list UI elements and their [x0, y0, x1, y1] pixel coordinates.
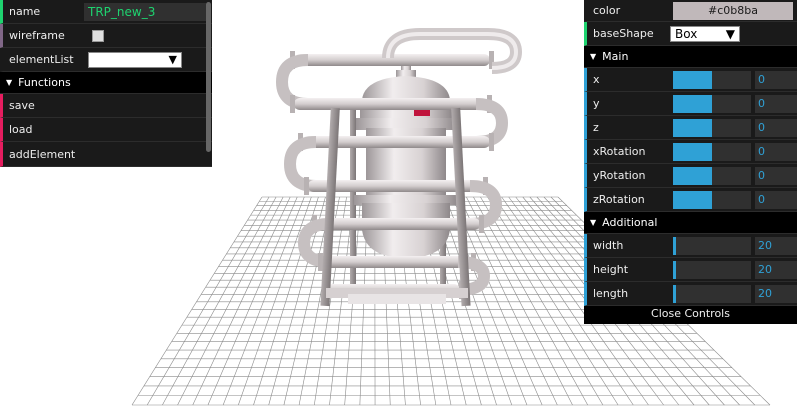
save-label: save [9, 99, 35, 112]
name-input[interactable]: TRP_new_3 [84, 2, 206, 21]
additional-title: Additional [602, 216, 658, 229]
element-list-row: elementList ▼ [0, 48, 212, 72]
slider-label: yRotation [593, 169, 646, 182]
slider-fill [673, 190, 712, 209]
name-label: name [9, 5, 41, 18]
slider-fill [673, 142, 712, 161]
slider-fill [673, 260, 677, 279]
xrotation-number-input[interactable]: 0 [755, 142, 797, 161]
slider-row-width: width 20 [584, 234, 797, 258]
width-slider[interactable] [673, 236, 751, 255]
slider-row-yrotation: yRotation 0 [584, 164, 797, 188]
slider-row-length: length 20 [584, 282, 797, 306]
slider-row-x: x0 [584, 68, 797, 92]
element-list-select[interactable]: ▼ [88, 51, 182, 68]
wireframe-checkbox[interactable] [92, 29, 104, 42]
z-number-input[interactable]: 0 [755, 118, 797, 137]
length-number-input[interactable]: 20 [755, 284, 797, 303]
slider-fill [673, 94, 712, 113]
x-slider[interactable] [673, 70, 751, 89]
slider-label: y [593, 97, 600, 110]
slider-row-height: height 20 [584, 258, 797, 282]
slider-label: width [593, 239, 624, 252]
z-slider[interactable] [673, 118, 751, 137]
base-shape-row: baseShape Box ▼ [584, 22, 797, 46]
main-folder-title[interactable]: ▼ Main [584, 46, 797, 68]
slider-label: x [593, 73, 600, 86]
slider-row-xrotation: xRotation 0 [584, 140, 797, 164]
yrotation-slider[interactable] [673, 166, 751, 185]
slider-fill [673, 166, 712, 185]
main-title: Main [602, 50, 629, 63]
color-label: color [593, 4, 621, 17]
zrotation-slider[interactable] [673, 190, 751, 209]
name-row: name TRP_new_3 [0, 0, 212, 24]
chevron-down-icon: ▼ [725, 26, 735, 41]
y-slider[interactable] [673, 94, 751, 113]
triangle-down-icon: ▼ [590, 218, 597, 227]
height-number-input[interactable]: 20 [755, 260, 797, 279]
add-element-label: addElement [9, 147, 76, 161]
base-shape-label: baseShape [593, 27, 654, 40]
add-element-button[interactable]: addElement [0, 142, 212, 167]
slider-label: length [593, 287, 629, 300]
chevron-down-icon: ▼ [168, 52, 177, 66]
slider-label: height [593, 263, 629, 276]
slider-fill [673, 70, 712, 89]
zrotation-number-input[interactable]: 0 [755, 190, 797, 209]
slider-row-y: y0 [584, 92, 797, 116]
base-shape-select[interactable]: Box ▼ [670, 25, 740, 42]
triangle-down-icon: ▼ [6, 78, 13, 87]
functions-folder-title[interactable]: ▼ Functions [0, 72, 212, 94]
close-controls-button[interactable]: Close Controls [584, 306, 797, 324]
triangle-down-icon: ▼ [590, 52, 597, 61]
slider-row-zrotation: zRotation 0 [584, 188, 797, 212]
base-shape-value: Box [675, 26, 698, 41]
xrotation-slider[interactable] [673, 142, 751, 161]
left-panel-scrollbar[interactable] [206, 2, 211, 152]
slider-fill [673, 236, 677, 255]
pipe-model-3d[interactable] [275, 28, 523, 307]
load-button[interactable]: load [0, 118, 212, 142]
slider-label: z [593, 121, 599, 134]
color-row: color #c0b8ba [584, 0, 797, 22]
slider-fill [673, 284, 677, 303]
length-slider[interactable] [673, 284, 751, 303]
x-number-input[interactable]: 0 [755, 70, 797, 89]
color-swatch-input[interactable]: #c0b8ba [673, 1, 793, 20]
width-number-input[interactable]: 20 [755, 236, 797, 255]
load-label: load [9, 123, 33, 136]
slider-label: xRotation [593, 145, 646, 158]
wireframe-label: wireframe [9, 29, 65, 42]
element-list-label: elementList [9, 53, 74, 66]
slider-fill [673, 118, 712, 137]
right-controls-panel: color #c0b8ba baseShape Box ▼ ▼ Main x0y… [584, 0, 797, 324]
additional-folder-title[interactable]: ▼ Additional [584, 212, 797, 234]
left-controls-panel: name TRP_new_3 wireframe elementList ▼ ▼… [0, 0, 212, 167]
yrotation-number-input[interactable]: 0 [755, 166, 797, 185]
functions-title: Functions [18, 76, 71, 89]
slider-row-z: z0 [584, 116, 797, 140]
height-slider[interactable] [673, 260, 751, 279]
wireframe-row: wireframe [0, 24, 212, 48]
slider-label: zRotation [593, 193, 645, 206]
y-number-input[interactable]: 0 [755, 94, 797, 113]
save-button[interactable]: save [0, 94, 212, 118]
